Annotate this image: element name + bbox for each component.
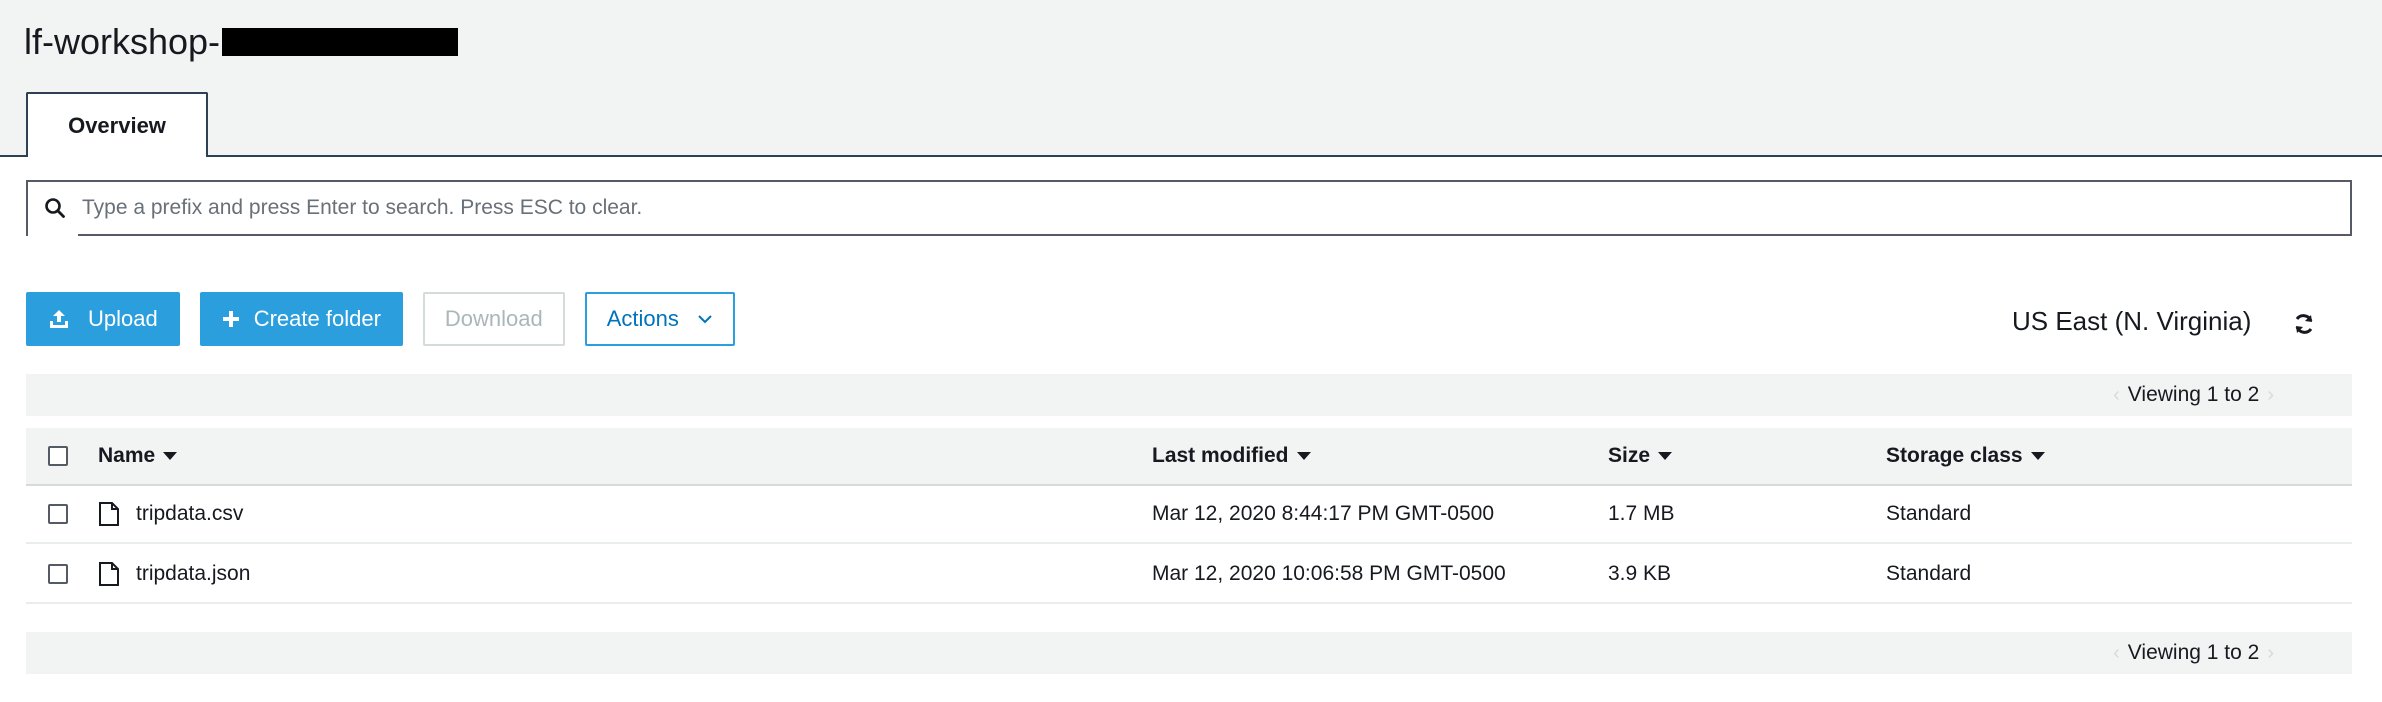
storage-class-cell: Standard (1886, 562, 1972, 585)
file-icon (99, 502, 119, 526)
plus-icon (222, 310, 240, 328)
row-checkbox[interactable] (48, 564, 68, 584)
last-modified-cell: Mar 12, 2020 8:44:17 PM GMT-0500 (1152, 502, 1495, 525)
prev-page-icon[interactable]: ‹ (2105, 384, 2128, 407)
tab-overview-label: Overview (68, 112, 166, 138)
column-header-storage-class[interactable]: Storage class (1886, 428, 2045, 484)
table-row[interactable]: tripdata.json Mar 12, 2020 10:06:58 PM G… (26, 546, 2352, 604)
pagination-bottom: ‹ Viewing 1 to 2 › (2105, 632, 2282, 674)
next-page-icon[interactable]: › (2259, 384, 2282, 407)
download-button[interactable]: Download (422, 292, 565, 346)
upload-icon (48, 308, 70, 330)
select-all-checkbox[interactable] (48, 446, 68, 466)
create-folder-label: Create folder (253, 306, 381, 331)
table-row[interactable]: tripdata.csv Mar 12, 2020 8:44:17 PM GMT… (26, 486, 2352, 544)
toolbar: Upload Create folder Download Actions (26, 292, 735, 346)
file-name: tripdata.csv (136, 502, 244, 525)
file-icon (99, 562, 119, 586)
pager-top: ‹ Viewing 1 to 2 › (26, 374, 2352, 416)
column-header-last-modified[interactable]: Last modified (1152, 428, 1311, 484)
upload-label: Upload (88, 306, 158, 331)
column-header-name-label: Name (98, 444, 156, 467)
search-box (26, 180, 2352, 236)
last-modified-cell: Mar 12, 2020 10:06:58 PM GMT-0500 (1152, 562, 1506, 585)
column-header-size[interactable]: Size (1608, 428, 1673, 484)
search-input[interactable] (46, 182, 2350, 234)
column-header-size-label: Size (1608, 444, 1651, 467)
search-box-accent (28, 234, 78, 236)
caret-down-icon (1658, 452, 1673, 460)
column-header-last-modified-label: Last modified (1152, 444, 1289, 467)
size-cell: 3.9 KB (1608, 562, 1672, 585)
caret-down-icon (2030, 452, 2045, 460)
region-label: US East (N. Virginia) (2012, 306, 2252, 336)
bucket-title-text: lf-workshop- (24, 21, 221, 62)
table-header: Name Last modified Size Storage class (26, 428, 2352, 486)
size-cell: 1.7 MB (1608, 502, 1675, 525)
pagination-top: ‹ Viewing 1 to 2 › (2105, 374, 2282, 416)
column-header-storage-class-label: Storage class (1886, 444, 2023, 467)
upload-button[interactable]: Upload (26, 292, 180, 346)
download-label: Download (444, 306, 543, 331)
create-folder-button[interactable]: Create folder (199, 292, 403, 346)
caret-down-icon (163, 452, 178, 460)
chevron-down-icon (697, 314, 713, 324)
row-checkbox[interactable] (48, 504, 68, 524)
prev-page-icon[interactable]: ‹ (2105, 642, 2128, 665)
file-link[interactable]: tripdata.json (98, 546, 250, 602)
pager-bottom: ‹ Viewing 1 to 2 › (26, 632, 2352, 674)
storage-class-cell: Standard (1886, 502, 1972, 525)
tab-overview[interactable]: Overview (26, 92, 208, 157)
bucket-title: lf-workshop- (24, 18, 459, 66)
pager-top-text: Viewing 1 to 2 (2127, 383, 2260, 406)
pager-bottom-text: Viewing 1 to 2 (2127, 641, 2260, 664)
caret-down-icon (1296, 452, 1311, 460)
file-link[interactable]: tripdata.csv (98, 486, 243, 542)
next-page-icon[interactable]: › (2259, 642, 2282, 665)
file-name: tripdata.json (136, 562, 251, 585)
column-header-name[interactable]: Name (98, 428, 178, 484)
actions-dropdown[interactable]: Actions (584, 292, 735, 346)
actions-label: Actions (606, 306, 679, 331)
refresh-icon[interactable] (2292, 312, 2316, 336)
redacted-bucket-suffix (222, 28, 459, 56)
